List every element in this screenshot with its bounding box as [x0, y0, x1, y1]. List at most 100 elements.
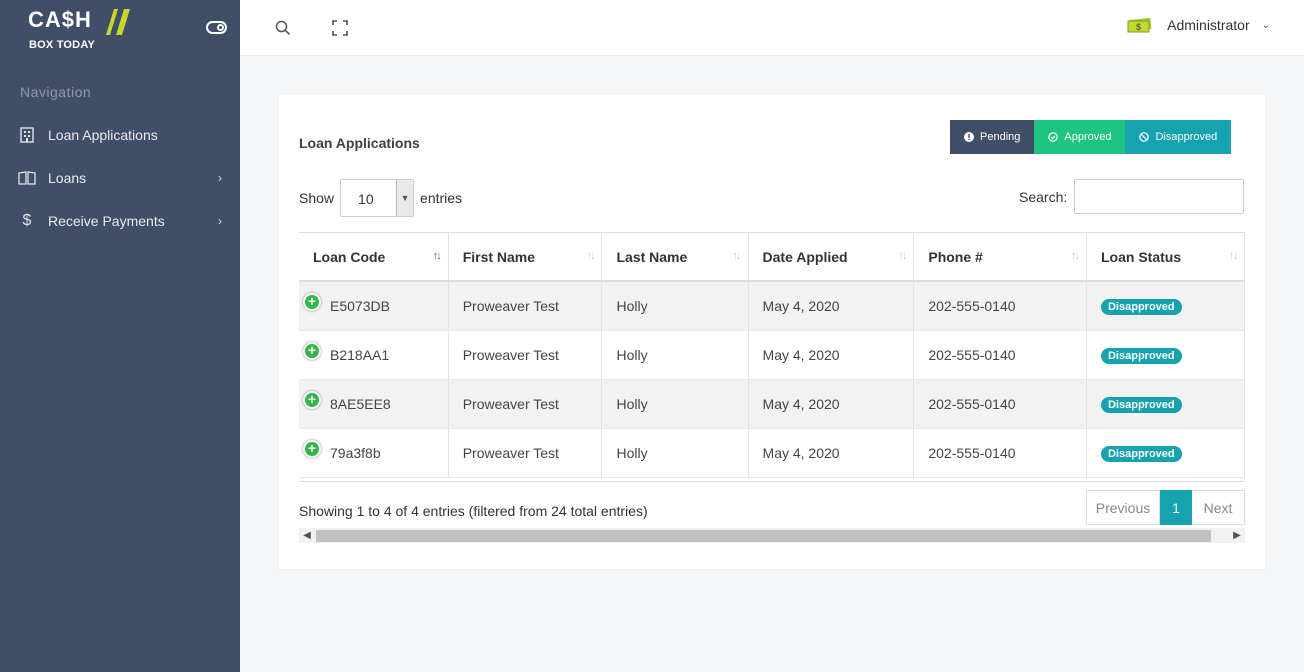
horizontal-scrollbar[interactable]: ◀ ▶ [299, 528, 1245, 543]
logo-text-bottom: BOX TODAY [29, 39, 95, 51]
table-row[interactable]: +8AE5EE8 Proweaver Test Holly May 4, 202… [299, 379, 1245, 429]
check-circle-icon [1048, 132, 1059, 142]
column-header-loan-status[interactable]: Loan Status ↑↓ [1086, 233, 1245, 282]
last-name: Holly [601, 379, 749, 429]
column-header-loan-code[interactable]: Loan Code ↑↓ [299, 233, 449, 282]
phone: 202-555-0140 [913, 330, 1087, 380]
cashbox-logo[interactable]: CA$H BOX TODAY [28, 7, 132, 53]
status-filter-group: Pending Approved Disapproved [950, 120, 1232, 154]
last-name: Holly [601, 428, 749, 478]
search-control: Search: [1019, 179, 1245, 214]
sidebar: CA$H BOX TODAY Navigation Loan Applicati… [0, 0, 240, 672]
pagination: Previous 1 Next [1086, 490, 1245, 525]
column-header-date-applied[interactable]: Date Applied ↑↓ [748, 233, 915, 282]
length-control: Show 10 ▼ entries [299, 179, 462, 217]
column-label: Phone # [928, 248, 983, 265]
date-applied: May 4, 2020 [748, 379, 915, 429]
logo-stripe-icon [106, 9, 130, 35]
table-row[interactable]: + B218AA1 Proweaver Test Holly May 4, 202… [299, 330, 1245, 380]
building-icon [18, 127, 36, 143]
column-label: Loan Code [313, 248, 386, 265]
phone: 202-555-0140 [913, 379, 1087, 429]
column-header-first-name[interactable]: First Name ↑↓ [448, 233, 603, 282]
sidebar-item-label: Receive Payments [48, 213, 165, 229]
show-label: Show [299, 190, 335, 206]
chevron-right-icon: › [218, 214, 222, 228]
chevron-down-icon: ▼ [396, 180, 414, 216]
column-label: Loan Status [1100, 248, 1182, 265]
column-label: Date Applied [762, 248, 848, 265]
entries-select-value: 10 [358, 191, 374, 207]
filter-label: Approved [1064, 131, 1112, 143]
search-input[interactable] [1074, 179, 1245, 214]
sidebar-toggle-icon[interactable] [206, 21, 227, 34]
card-title: Loan Applications [299, 135, 420, 151]
first-name: Proweaver Test [448, 379, 603, 429]
sidebar-item-loans[interactable]: Loans › [0, 158, 240, 198]
page-1-button[interactable]: 1 [1160, 490, 1192, 525]
table-header-row: Loan Code ↑↓ First Name ↑↓ Last Name ↑↓ Dat… [299, 233, 1245, 282]
sidebar-item-loan-applications[interactable]: Loan Applications [0, 115, 240, 155]
filter-pending-button[interactable]: Pending [950, 120, 1035, 154]
loan-code: 8AE5EE8 [330, 395, 391, 412]
scroll-left-icon[interactable]: ◀ [299, 528, 315, 543]
first-name: Proweaver Test [448, 428, 603, 478]
first-name: Proweaver Test [448, 281, 603, 331]
table-row[interactable]: +79a3f8b Proweaver Test Holly May 4, 202… [299, 428, 1245, 478]
user-menu[interactable]: $ Administrator ⌄ [1127, 17, 1270, 33]
expand-row-icon[interactable]: + [303, 341, 321, 360]
ban-icon [1139, 132, 1150, 142]
status-badge: Disapproved [1100, 298, 1182, 315]
topbar: $ Administrator ⌄ [240, 0, 1304, 56]
book-icon [18, 171, 36, 185]
date-applied: May 4, 2020 [748, 330, 915, 380]
sort-icon: ↑↓ [732, 250, 742, 262]
search-label: Search: [1019, 188, 1068, 205]
loan-code: B218AA1 [330, 346, 390, 363]
filter-approved-button[interactable]: Approved [1034, 120, 1126, 154]
money-avatar-icon: $ [1127, 17, 1152, 33]
expand-row-icon[interactable]: + [303, 292, 321, 311]
sidebar-item-label: Loans [48, 170, 87, 186]
previous-page-button[interactable]: Previous [1086, 490, 1160, 525]
entries-label: entries [420, 190, 463, 206]
exclamation-circle-icon [964, 132, 974, 142]
sidebar-item-receive-payments[interactable]: $ Receive Payments › [0, 201, 240, 241]
expand-row-icon[interactable]: + [303, 390, 321, 409]
expand-row-icon[interactable]: + [303, 439, 321, 458]
sort-icon: ↑↓ [1070, 250, 1080, 262]
entries-select[interactable]: 10 ▼ [340, 179, 415, 217]
logo-text-top: CA$H [28, 7, 92, 32]
date-applied: May 4, 2020 [748, 281, 915, 331]
table-info: Showing 1 to 4 of 4 entries (filtered fr… [299, 503, 648, 519]
next-page-button[interactable]: Next [1192, 490, 1245, 525]
table-row[interactable]: + E5073DB Proweaver Test Holly May 4, 202… [299, 281, 1245, 331]
column-label: First Name [462, 248, 536, 265]
phone: 202-555-0140 [913, 428, 1087, 478]
brand: CA$H BOX TODAY [0, 0, 240, 56]
last-name: Holly [601, 330, 749, 380]
chevron-right-icon: › [218, 171, 222, 185]
search-icon[interactable] [274, 19, 292, 37]
fullscreen-icon[interactable] [331, 19, 349, 37]
scrollbar-thumb[interactable] [316, 530, 1211, 542]
nav-caption: Navigation [20, 84, 92, 100]
user-name: Administrator [1167, 17, 1250, 33]
column-header-last-name[interactable]: Last Name ↑↓ [601, 233, 749, 282]
date-applied: May 4, 2020 [748, 428, 915, 478]
column-header-phone[interactable]: Phone # ↑↓ [913, 233, 1087, 282]
filter-label: Pending [980, 131, 1021, 143]
sort-icon: ↑↓ [898, 250, 907, 262]
filter-label: Disapproved [1155, 131, 1218, 143]
column-label: Last Name [616, 248, 688, 265]
phone: 202-555-0140 [913, 281, 1087, 331]
first-name: Proweaver Test [448, 330, 603, 380]
filter-disapproved-button[interactable]: Disapproved [1125, 120, 1232, 154]
loan-applications-card: Loan Applications Pending Approved Disap… [279, 95, 1265, 569]
chevron-down-icon: ⌄ [1261, 19, 1270, 31]
scroll-right-icon[interactable]: ▶ [1229, 528, 1245, 543]
svg-text:$: $ [1136, 22, 1141, 32]
status-badge: Disapproved [1100, 445, 1182, 462]
table-wrapper: Loan Code ↑↓ First Name ↑↓ Last Name ↑↓ Dat… [299, 232, 1245, 482]
status-badge: Disapproved [1100, 347, 1182, 364]
